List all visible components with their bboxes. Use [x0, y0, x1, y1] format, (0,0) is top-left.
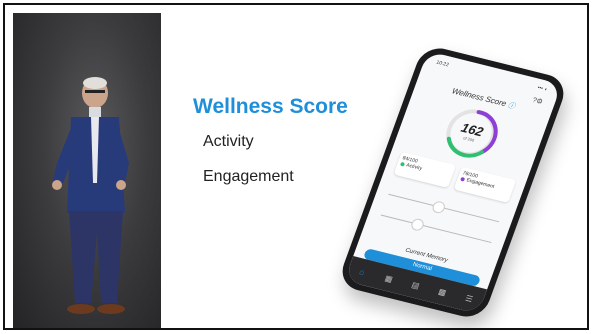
slider-knob[interactable] [409, 217, 426, 232]
activity-card[interactable]: 84/100 Activity [393, 151, 457, 188]
activity-dot [399, 161, 406, 167]
phone-screen: 10:22 ••• ◖ ?⚙ Wellness Score ⓘ 162 of 2… [344, 51, 562, 314]
slide: Wellness Score Activity Engagement 10:22… [3, 3, 589, 330]
volume-slider-1[interactable] [388, 193, 500, 223]
help-icon[interactable]: ?⚙ [531, 96, 544, 106]
menu-icon[interactable]: ☰ [463, 293, 475, 304]
info-icon[interactable]: ⓘ [507, 102, 516, 110]
presenter-photo [13, 13, 161, 328]
device-icon[interactable]: ▤ [410, 280, 422, 291]
engagement-dot [460, 176, 466, 182]
slide-title: Wellness Score [193, 95, 348, 118]
volume-slider-2[interactable] [380, 214, 492, 244]
status-time: 10:22 [435, 59, 450, 69]
settings-icon[interactable]: ▩ [437, 286, 449, 297]
status-signal: ••• ◖ [536, 84, 549, 93]
presenter-figure [52, 77, 129, 314]
bullet-activity: Activity [203, 133, 254, 150]
home-icon[interactable]: ⌂ [356, 266, 368, 277]
phone-mockup: 10:22 ••• ◖ ?⚙ Wellness Score ⓘ 162 of 2… [336, 43, 570, 322]
bullet-engagement: Engagement [203, 168, 294, 185]
engagement-card[interactable]: 78/100 Engagement [453, 166, 517, 203]
stats-icon[interactable]: ▦ [383, 273, 395, 284]
slider-knob[interactable] [430, 200, 447, 215]
phone-device: 10:22 ••• ◖ ?⚙ Wellness Score ⓘ 162 of 2… [336, 43, 570, 322]
